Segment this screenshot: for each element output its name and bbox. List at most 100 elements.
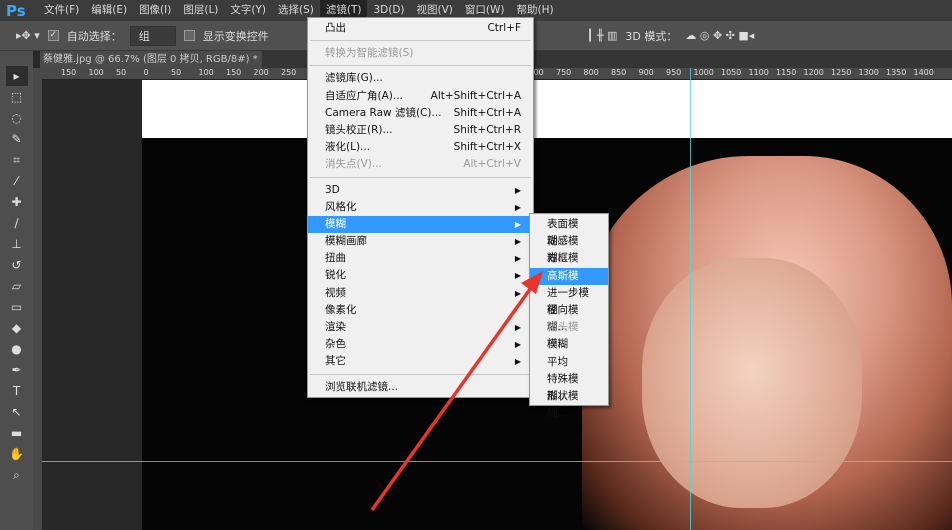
- menu-item[interactable]: 扭曲 ▶: [308, 250, 533, 267]
- menu-item[interactable]: 像素化: [308, 302, 533, 319]
- menu-item[interactable]: Camera Raw 滤镜(C)... Shift+Ctrl+A: [308, 105, 533, 122]
- menu-item-label: 高斯模糊...: [547, 269, 579, 299]
- menu-item[interactable]: 方框模糊...: [530, 250, 608, 281]
- show-transform-checkbox[interactable]: [183, 30, 195, 41]
- menu-item[interactable]: 浏览联机滤镜...: [308, 379, 533, 396]
- auto-select-dropdown[interactable]: 组: [129, 25, 176, 46]
- ruler-label: 250: [281, 68, 297, 77]
- menu-2[interactable]: 图像(I): [133, 0, 177, 21]
- menu-item[interactable]: 动感模糊...: [530, 233, 608, 265]
- menu-item[interactable]: 平均: [530, 354, 608, 371]
- ruler-label: 50: [171, 68, 182, 77]
- menu-item-label: 3D: [325, 183, 340, 196]
- healing-tool-icon[interactable]: ✚: [6, 192, 28, 212]
- menu-item-label: 杂色: [325, 338, 346, 351]
- menu-item[interactable]: 镜头模糊...: [530, 319, 608, 351]
- menu-item[interactable]: 径向模糊...: [530, 302, 608, 333]
- path-select-tool-icon[interactable]: ↖: [6, 402, 28, 422]
- menu-item[interactable]: 转换为智能滤镜(S): [308, 45, 533, 62]
- brush-tool-icon[interactable]: ∕: [6, 213, 28, 233]
- menu-item[interactable]: 杂色 ▶: [308, 336, 533, 353]
- zoom-tool-icon[interactable]: ⌕: [6, 465, 28, 485]
- menu-item-label: 形状模糊...: [547, 389, 579, 420]
- ruler-label: 750: [556, 68, 572, 77]
- menu-item-label: 模糊: [547, 338, 568, 351]
- menu-item[interactable]: 模糊画廊 ▶: [308, 233, 533, 250]
- vertical-ruler[interactable]: [33, 68, 42, 530]
- eyedropper-tool-icon[interactable]: ⁄: [6, 171, 28, 191]
- submenu-arrow-icon: ▶: [514, 323, 521, 332]
- ruler-label: 1350: [886, 68, 907, 77]
- menu-separator: [310, 176, 531, 178]
- dodge-tool-icon[interactable]: ●: [6, 339, 28, 359]
- blur-submenu: 表面模糊...动感模糊...方框模糊...高斯模糊...进一步模糊径向模糊...…: [529, 213, 609, 420]
- history-brush-icon[interactable]: ↺: [6, 255, 28, 275]
- menu-item[interactable]: 其它 ▶: [308, 353, 533, 370]
- auto-select-checkbox[interactable]: ✓: [47, 30, 59, 41]
- ruler-label: 1400: [913, 68, 934, 77]
- blur-tool-icon[interactable]: ◆: [6, 318, 28, 338]
- menu-item[interactable]: 渲染 ▶: [308, 319, 533, 336]
- document-tab[interactable]: 蔡健雅.jpg @ 66.7% (图层 0 拷贝, RGB/8#) * ×: [40, 51, 262, 82]
- menu-item[interactable]: 液化(L)... Shift+Ctrl+X: [308, 139, 533, 156]
- ruler-label: 900: [638, 68, 654, 77]
- crop-tool-icon[interactable]: ⌗: [6, 150, 28, 170]
- menu-item-label: 视频: [325, 286, 346, 299]
- menu-item-shortcut: Alt+Ctrl+V: [463, 158, 521, 171]
- ruler-label: 1050: [721, 68, 742, 77]
- menu-item-label: 镜头模糊...: [547, 321, 579, 351]
- marquee-tool-icon[interactable]: ⬚: [6, 87, 28, 107]
- menu-item[interactable]: 滤镜库(G)...: [308, 70, 533, 87]
- menu-item[interactable]: 高斯模糊...: [530, 267, 608, 299]
- menu-item[interactable]: 形状模糊...: [530, 388, 608, 420]
- menu-item[interactable]: 锐化 ▶: [308, 267, 533, 284]
- menu-3[interactable]: 图层(L): [177, 0, 224, 21]
- menu-item[interactable]: 特殊模糊...: [530, 371, 608, 402]
- ruler-label: 1300: [858, 68, 879, 77]
- align-icons[interactable]: ┃ ╫ ▥: [587, 29, 618, 42]
- mode-3d-label: 3D 模式：: [625, 29, 678, 43]
- menu-item[interactable]: 镜头校正(R)... Shift+Ctrl+R: [308, 122, 533, 139]
- document-tab-title: 蔡健雅.jpg @ 66.7% (图层 0 拷贝, RGB/8#) *: [43, 54, 258, 65]
- move-tool-icon[interactable]: ▸✥ ▾: [16, 29, 40, 42]
- quick-select-tool-icon[interactable]: ✎: [6, 129, 28, 149]
- menu-item-label: 像素化: [325, 303, 357, 316]
- menu-item[interactable]: 模糊 ▶: [308, 215, 533, 234]
- menu-item-shortcut: Shift+Ctrl+A: [453, 106, 521, 119]
- auto-select-label: 自动选择：: [66, 29, 122, 43]
- menu-item[interactable]: 进一步模糊: [530, 285, 608, 316]
- menu-item-shortcut: Shift+Ctrl+R: [453, 123, 521, 136]
- menu-item[interactable]: 风格化 ▶: [308, 199, 533, 216]
- ruler-label: 1150: [776, 68, 797, 77]
- gradient-tool-icon[interactable]: ▭: [6, 297, 28, 317]
- submenu-arrow-icon: ▶: [514, 254, 521, 264]
- menu-item[interactable]: 模糊: [530, 336, 608, 353]
- menu-item[interactable]: 凸出 Ctrl+F: [308, 20, 533, 37]
- lasso-tool-icon[interactable]: ◌: [6, 108, 28, 128]
- menu-item-label: 动感模糊...: [547, 235, 579, 265]
- move-tool-icon[interactable]: ▸: [5, 66, 28, 86]
- menu-item[interactable]: 表面模糊...: [530, 216, 608, 247]
- menu-item[interactable]: 自适应广角(A)... Alt+Shift+Ctrl+A: [308, 88, 533, 105]
- menu-item-shortcut: Shift+Ctrl+X: [453, 141, 521, 154]
- menu-item-label: 风格化: [325, 200, 357, 213]
- menu-item[interactable]: 消失点(V)... Alt+Ctrl+V: [308, 156, 533, 173]
- stamp-tool-icon[interactable]: ⊥: [6, 234, 28, 254]
- tools-panel: ▸ ⬚ ◌ ✎ ⌗ ⁄ ✚ ∕ ⊥ ↺ ▱ ▭ ◆ ● ✒ T ↖ ▬ ✋ ⌕: [0, 51, 33, 530]
- menu-4[interactable]: 文字(Y): [224, 0, 272, 21]
- eraser-tool-icon[interactable]: ▱: [6, 276, 28, 296]
- ruler-label: 100: [198, 68, 214, 77]
- menu-item[interactable]: 3D ▶: [308, 182, 533, 199]
- menu-1[interactable]: 编辑(E): [85, 0, 133, 21]
- shape-tool-icon[interactable]: ▬: [6, 423, 28, 443]
- pen-tool-icon[interactable]: ✒: [6, 360, 28, 380]
- menu-0[interactable]: 文件(F): [38, 0, 85, 21]
- menu-item[interactable]: 视频 ▶: [308, 285, 533, 302]
- menu-item-label: 方框模糊...: [547, 252, 579, 281]
- hand-tool-icon[interactable]: ✋: [6, 444, 28, 464]
- horizontal-guide[interactable]: [42, 461, 952, 462]
- menu-item-label: 其它: [325, 355, 346, 368]
- type-tool-icon[interactable]: T: [6, 381, 28, 401]
- 3d-mode-icons[interactable]: ☁ ◎ ✥ ✣ ■◂: [685, 29, 754, 42]
- submenu-arrow-icon: ▶: [514, 340, 521, 350]
